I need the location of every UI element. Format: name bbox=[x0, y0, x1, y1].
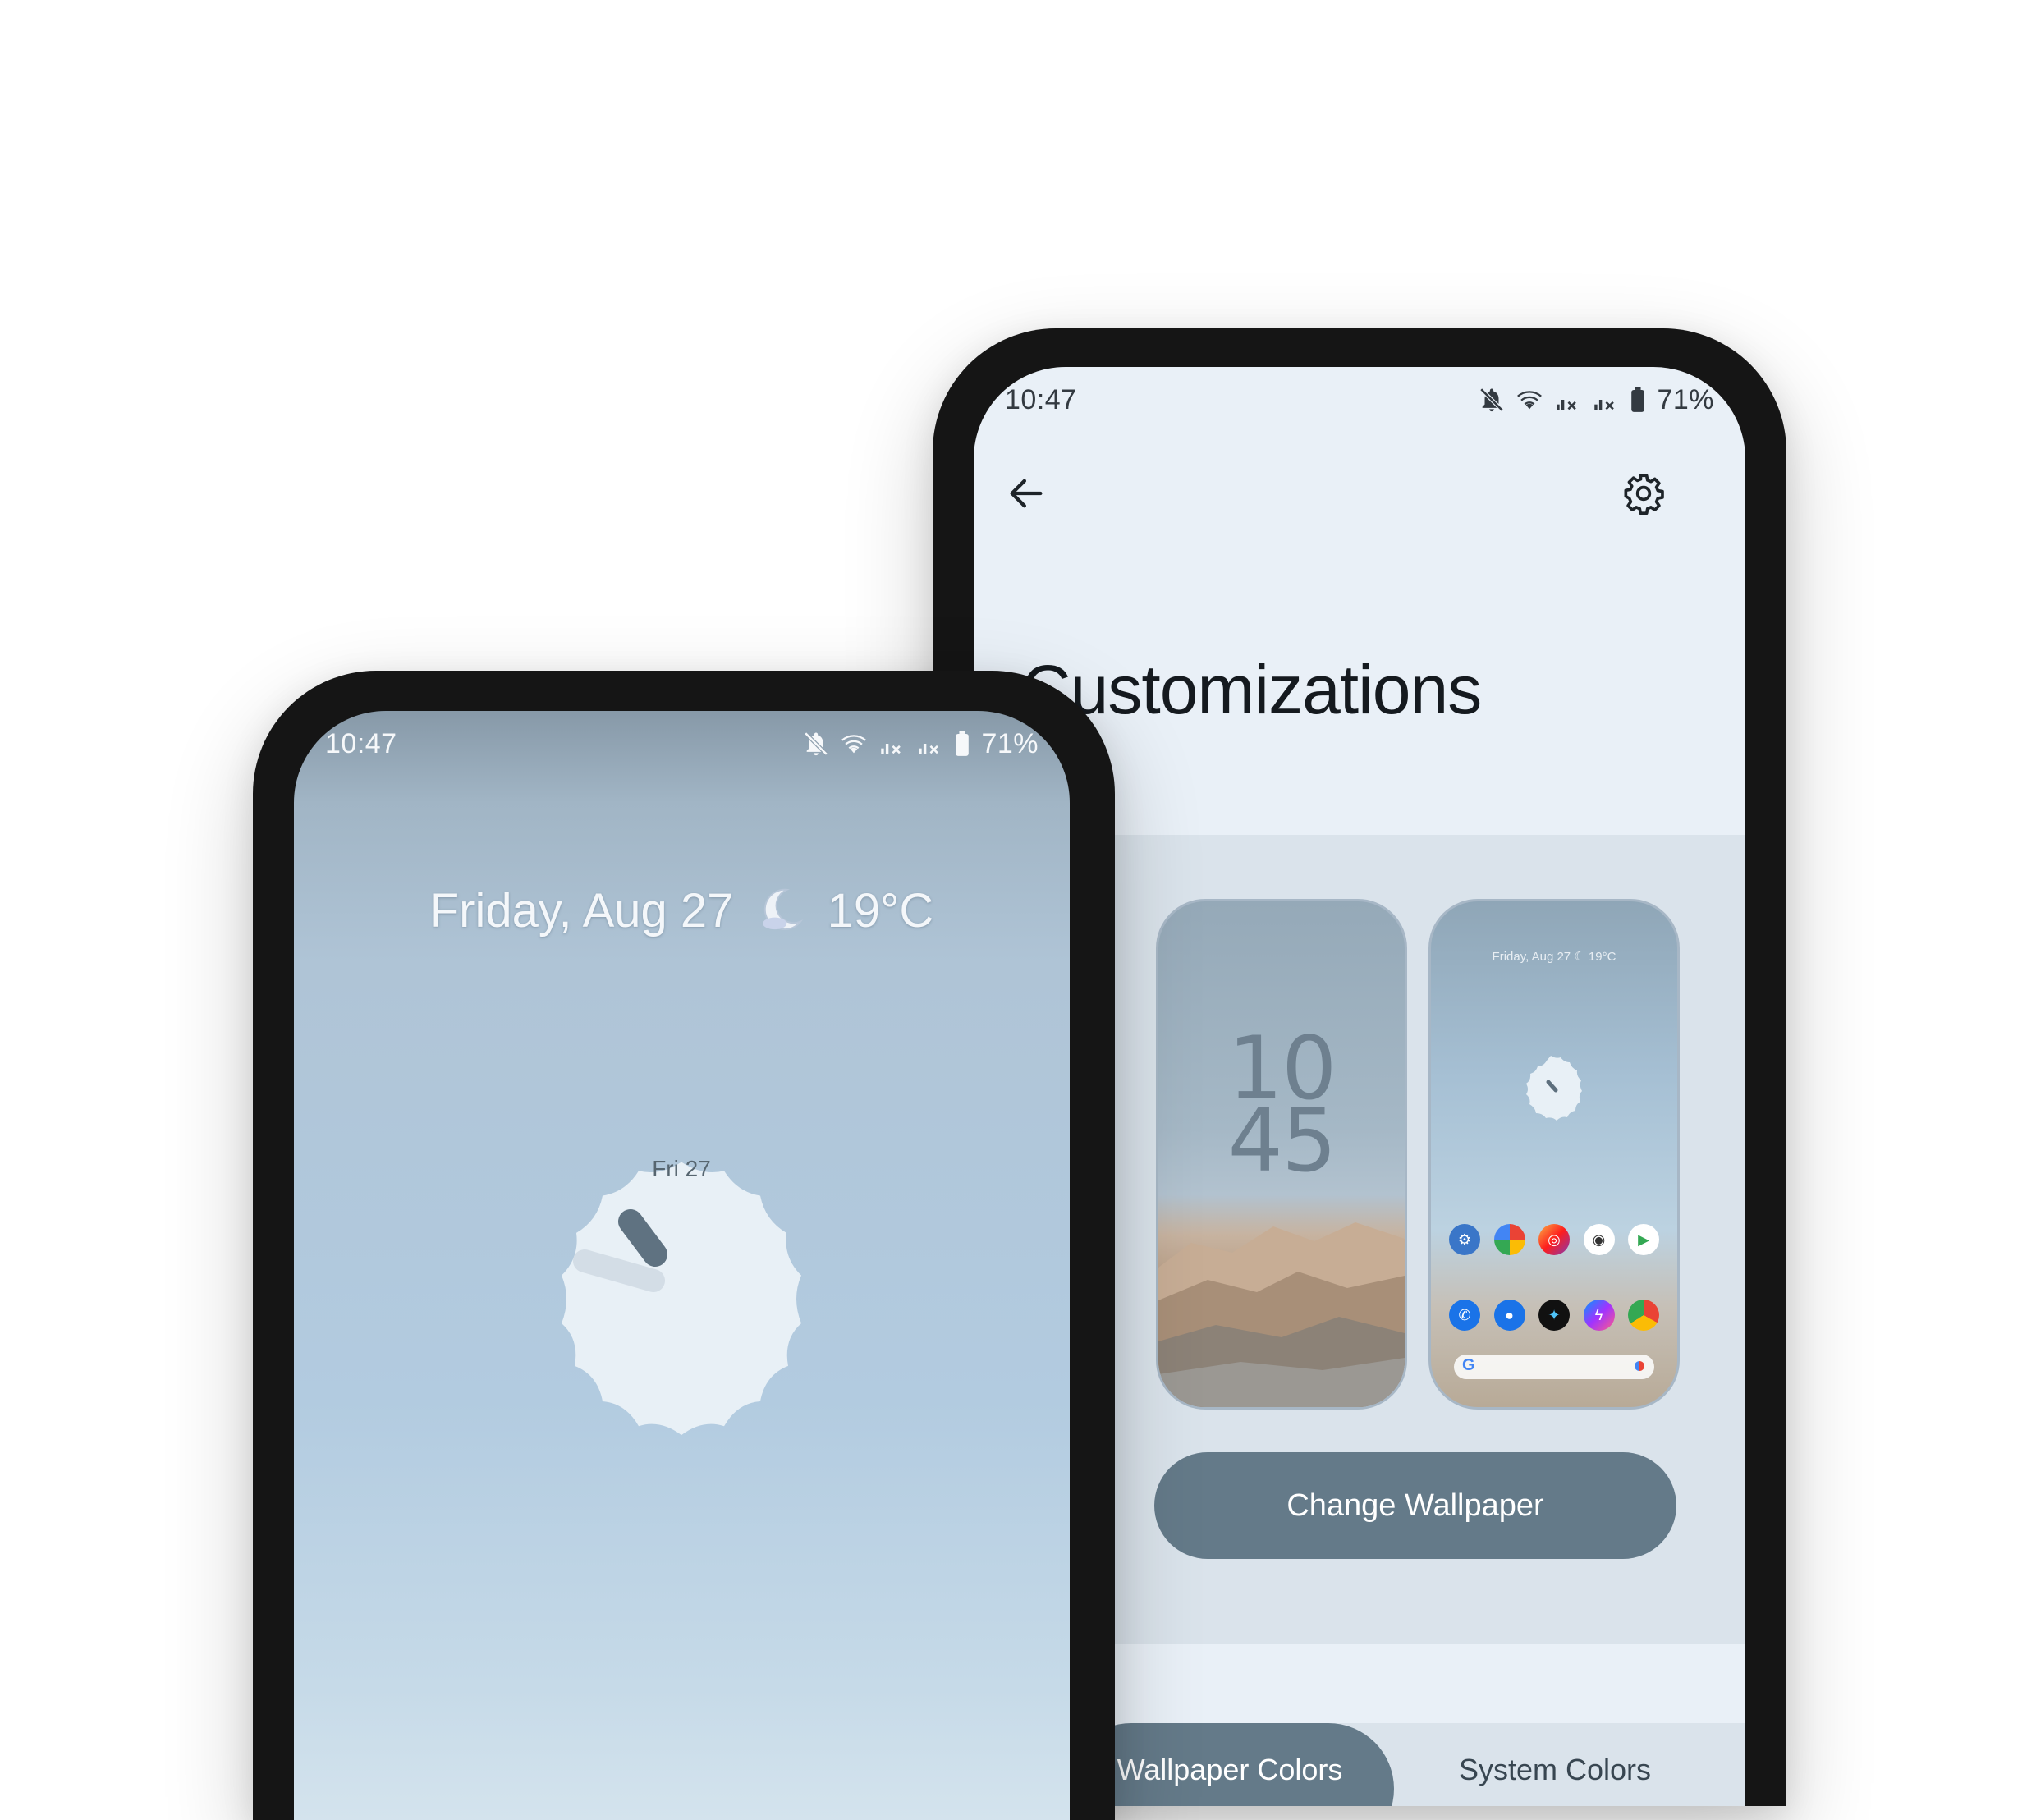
change-wallpaper-button[interactable]: Change Wallpaper bbox=[1154, 1452, 1676, 1559]
status-time: 10:47 bbox=[325, 727, 397, 759]
lock-date: Friday, Aug 27 bbox=[429, 884, 734, 938]
lock-date-line: Friday, Aug 27 19°C bbox=[294, 883, 1070, 938]
signal-icon bbox=[878, 730, 906, 758]
lock-temperature: 19°C bbox=[827, 884, 934, 938]
status-bar: 10:47 71% bbox=[294, 711, 1070, 777]
preview-date-line: Friday, Aug 27 ☾ 19°C bbox=[1492, 950, 1616, 964]
wifi-icon bbox=[1516, 386, 1543, 414]
lock-screen: 10:47 71% Friday, Aug 27 19°C Fri 27 bbox=[294, 711, 1070, 1820]
status-time: 10:47 bbox=[1005, 383, 1077, 415]
status-icons: 71% bbox=[802, 728, 1039, 760]
signal-icon bbox=[1553, 386, 1581, 414]
photos-app-icon bbox=[1493, 1224, 1525, 1255]
status-bar: 10:47 71% bbox=[974, 367, 1745, 433]
status-icons: 71% bbox=[1478, 384, 1714, 416]
google-logo-icon: G bbox=[1462, 1356, 1475, 1374]
lock-screen-preview[interactable]: 10 45 bbox=[1156, 899, 1407, 1410]
do-not-disturb-off-icon bbox=[802, 730, 830, 758]
phone-app-icon: ✆ bbox=[1449, 1300, 1480, 1331]
preview-clock-widget bbox=[1513, 1048, 1595, 1130]
moon-icon bbox=[757, 886, 805, 933]
battery-percent: 71% bbox=[981, 727, 1039, 759]
lock-clock-widget[interactable]: Fri 27 bbox=[509, 1113, 854, 1458]
preview-lock-clock: 10 45 bbox=[1227, 1018, 1337, 1191]
home-screen-preview[interactable]: Friday, Aug 27 ☾ 19°C ⚙ ◎ ◉ ▶ ✆ ● ✦ ϟ G bbox=[1428, 899, 1680, 1410]
lock-screen-phone: 10:47 71% Friday, Aug 27 19°C Fri 27 bbox=[253, 671, 1115, 1820]
mountains-image bbox=[1158, 1194, 1405, 1407]
gear-icon[interactable] bbox=[1622, 472, 1665, 515]
battery-percent: 71% bbox=[1657, 383, 1714, 415]
do-not-disturb-off-icon bbox=[1478, 386, 1506, 414]
battery-icon bbox=[1629, 386, 1647, 414]
wallpaper-card: 10 45 Friday, Aug 27 ☾ 19°C ⚙ ◎ ◉ ▶ ✆ ● … bbox=[1066, 835, 1745, 1644]
signal-icon bbox=[1591, 386, 1619, 414]
wifi-icon bbox=[840, 730, 868, 758]
messenger-app-icon: ϟ bbox=[1583, 1300, 1615, 1331]
signal-icon bbox=[915, 730, 943, 758]
preview-search-bar: G bbox=[1454, 1355, 1654, 1379]
page-title: Customizations bbox=[1021, 651, 1482, 728]
lock-clock-date: Fri 27 bbox=[652, 1156, 711, 1181]
mic-icon bbox=[1635, 1361, 1644, 1371]
instagram-app-icon: ◎ bbox=[1538, 1224, 1570, 1255]
arrow-back-icon[interactable] bbox=[1005, 472, 1048, 515]
preview-app-grid: ⚙ ◎ ◉ ▶ ✆ ● ✦ ϟ bbox=[1449, 1224, 1659, 1331]
play-store-app-icon: ▶ bbox=[1628, 1224, 1659, 1255]
settings-app-icon: ⚙ bbox=[1449, 1224, 1480, 1255]
app-icon: ✦ bbox=[1538, 1300, 1570, 1331]
chrome-app-icon bbox=[1628, 1300, 1659, 1331]
camera-app-icon: ◉ bbox=[1583, 1224, 1615, 1255]
battery-icon bbox=[953, 730, 971, 758]
contacts-app-icon: ● bbox=[1493, 1300, 1525, 1331]
